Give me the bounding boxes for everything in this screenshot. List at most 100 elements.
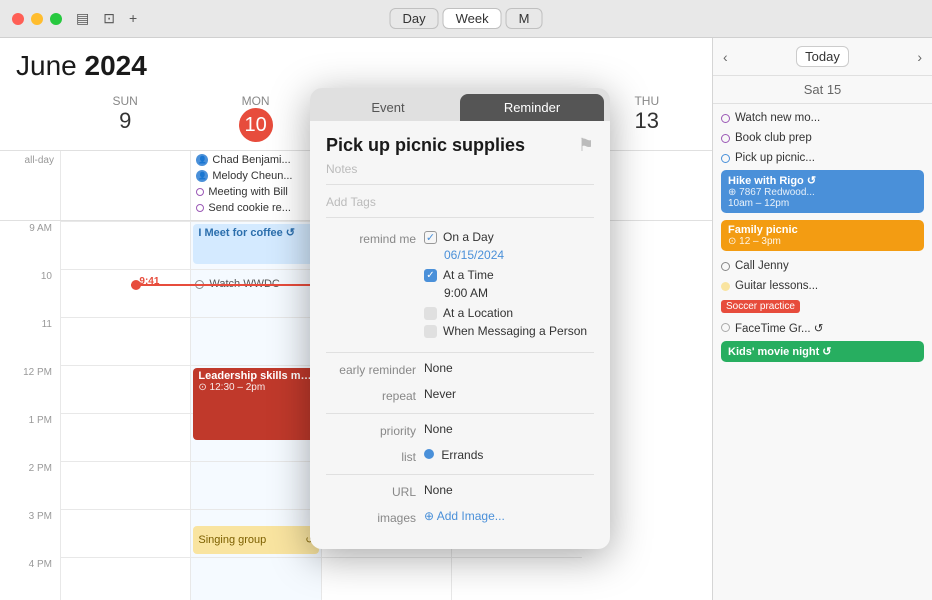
priority-value[interactable]: None [424, 422, 453, 436]
sidebar-event-guitar[interactable]: Guitar lessons... [721, 278, 924, 294]
allday-event-chad[interactable]: 👤 Chad Benjami... [194, 153, 317, 167]
month-view-button[interactable]: M [506, 8, 543, 29]
day-view-button[interactable]: Day [390, 8, 439, 29]
day-number-mon-today: 10 [239, 108, 273, 142]
today-button[interactable]: Today [796, 46, 849, 67]
close-button[interactable] [12, 13, 24, 25]
allday-event-melody[interactable]: 👤 Melody Cheun... [194, 169, 317, 183]
list-value[interactable]: Errands [424, 448, 483, 462]
sidebar-allday-book[interactable]: Book club prep [721, 130, 924, 146]
event-singing[interactable]: Singing group ↺ [193, 526, 318, 554]
sidebar-icon[interactable]: ▤ [76, 10, 89, 27]
prev-arrow[interactable]: ‹ [723, 49, 728, 65]
event-meet-coffee[interactable]: I Meet for coffee ↺ [193, 224, 318, 264]
circle-dot [196, 188, 204, 196]
sidebar-event-pickup[interactable]: Pick up picnic... [721, 150, 924, 166]
at-a-time-checkbox[interactable]: ✓ [424, 269, 437, 282]
allday-mon: 👤 Chad Benjami... 👤 Melody Cheun... Meet… [190, 151, 320, 220]
on-a-day-date[interactable]: 06/15/2024 [444, 248, 594, 262]
reminder-tab[interactable]: Reminder [460, 94, 604, 121]
add-icon-plus: ⊕ [424, 509, 437, 523]
sidebar-event-soccer[interactable]: Soccer practice [721, 298, 924, 315]
time-label-12pm: 12 PM [0, 365, 60, 413]
day-header-mon[interactable]: Mon 10 [190, 90, 320, 146]
add-image-button[interactable]: ⊕ Add Image... [424, 509, 505, 523]
repeat-value[interactable]: Never [424, 387, 456, 401]
maximize-button[interactable] [50, 13, 62, 25]
sidebar-event-text-2: Book club prep [735, 132, 812, 144]
minimize-button[interactable] [31, 13, 43, 25]
popup-notes[interactable]: Notes [326, 162, 594, 185]
time-cell-mon-9: I Meet for coffee ↺ [190, 221, 320, 269]
sidebar-event-text-4: Call Jenny [735, 260, 789, 272]
popup-body: Pick up picnic supplies ⚑ Notes Add Tags… [310, 121, 610, 549]
sidebar-event-kids-movie[interactable]: Kids' movie night ↺ [721, 341, 924, 362]
sidebar-event-picnic-title: Family picnic [728, 224, 917, 236]
sidebar-event-hike[interactable]: Hike with Rigo ↺ ⊕ 7867 Redwood... 10am … [721, 170, 924, 213]
time-cell-mon-11 [190, 317, 320, 365]
day-name-sun: Sun [60, 94, 190, 108]
event-tab[interactable]: Event [316, 94, 460, 121]
at-a-location-label: At a Location [443, 306, 513, 320]
at-a-location-checkbox[interactable] [424, 307, 437, 320]
calendar-title: June 2024 [16, 50, 696, 82]
sidebar-event-picnic[interactable]: Family picnic ⊙ 12 – 3pm [721, 220, 924, 251]
month-label: June [16, 50, 77, 81]
sidebar-event-text-5: Guitar lessons... [735, 280, 818, 292]
sidebar-event-dot-4 [721, 262, 730, 271]
time-cell-sun-11 [60, 317, 190, 365]
list-name: Errands [441, 448, 483, 462]
time-cell-wed-4 [451, 557, 581, 600]
time-cell-mon-2 [190, 461, 320, 509]
sidebar-event-facetime[interactable]: FaceTime Gr... ↺ [721, 319, 924, 337]
images-label: images [326, 509, 416, 525]
sidebar-event-hike-time: 10am – 12pm [728, 198, 917, 209]
week-view-button[interactable]: Week [443, 8, 502, 29]
time-label-3pm: 3 PM [0, 509, 60, 557]
when-messaging-checkbox[interactable] [424, 325, 437, 338]
allday-sun [60, 151, 190, 220]
inbox-icon[interactable]: ⊡ [103, 10, 115, 27]
url-label: URL [326, 483, 416, 499]
flag-icon[interactable]: ⚑ [578, 135, 594, 156]
priority-label: priority [326, 422, 416, 438]
sidebar-event-jenny[interactable]: Call Jenny [721, 258, 924, 274]
remind-me-row: remind me ✓ On a Day 06/15/2024 ✓ At a T… [326, 230, 594, 342]
circle-dot-2 [196, 204, 204, 212]
sidebar-event-dot-6 [721, 323, 730, 332]
event-title-leadership: Leadership skills meeting [198, 370, 313, 382]
reminder-popup[interactable]: Event Reminder Pick up picnic supplies ⚑… [310, 88, 610, 549]
popup-divider-3 [326, 474, 594, 475]
traffic-lights [12, 13, 62, 25]
next-arrow[interactable]: › [917, 49, 922, 65]
day-header-sun: Sun 9 [60, 90, 190, 146]
sidebar-event-hike-place: ⊕ 7867 Redwood... [728, 187, 917, 198]
at-a-location-row: At a Location [424, 306, 594, 320]
add-icon[interactable]: + [129, 10, 137, 27]
allday-event-text-3: Meeting with Bill [208, 186, 287, 198]
time-indicator [131, 284, 320, 286]
list-color-dot [424, 449, 434, 459]
sidebar-allday-watch[interactable]: Watch new mo... [721, 110, 924, 126]
allday-event-bill[interactable]: Meeting with Bill [194, 185, 317, 199]
sidebar-event-text-6: FaceTime Gr... ↺ [735, 321, 823, 335]
on-a-day-checkbox[interactable]: ✓ [424, 231, 437, 244]
event-time-leadership: ⊙ 12:30 – 2pm [198, 382, 313, 393]
repeat-label: repeat [326, 387, 416, 403]
time-label-1pm: 1 PM [0, 413, 60, 461]
day-name-mon: Mon [190, 94, 320, 108]
day-number-sun: 9 [60, 108, 190, 134]
event-leadership[interactable]: Leadership skills meeting ⊙ 12:30 – 2pm [193, 368, 318, 440]
list-label: list [326, 448, 416, 464]
early-reminder-value[interactable]: None [424, 361, 453, 375]
at-a-time-value[interactable]: 9:00 AM [444, 286, 594, 300]
allday-event-cookie[interactable]: Send cookie re... [194, 201, 317, 215]
repeat-row: repeat Never [326, 387, 594, 403]
sidebar-events-list: Watch new mo... Book club prep Pick up p… [713, 104, 932, 600]
url-value[interactable]: None [424, 483, 453, 497]
popup-divider-1 [326, 352, 594, 353]
list-row: list Errands [326, 448, 594, 464]
time-cell-mon-4 [190, 557, 320, 600]
allday-event-text-4: Send cookie re... [208, 202, 291, 214]
popup-tags[interactable]: Add Tags [326, 195, 594, 218]
